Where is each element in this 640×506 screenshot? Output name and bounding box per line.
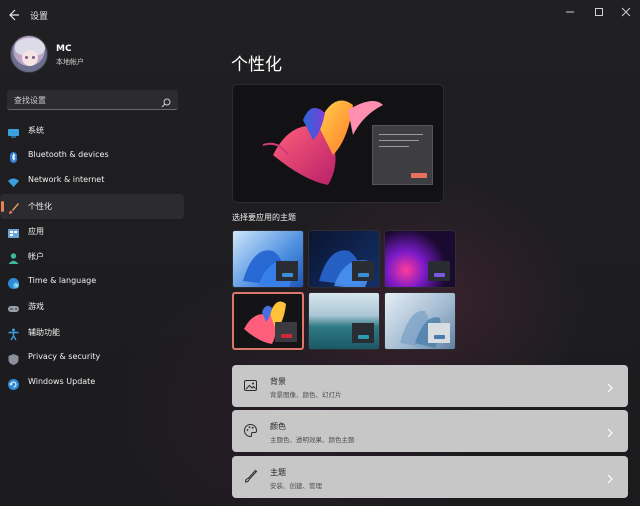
theme-accent-bar	[358, 335, 369, 339]
theme-tile-dark-bloom[interactable]	[308, 230, 380, 288]
brush-icon	[243, 469, 258, 484]
preview-line	[379, 134, 423, 135]
theme-grid	[232, 230, 456, 352]
theme-mini-window	[276, 261, 298, 281]
card-themes[interactable]: 主题 安装、创建、管理	[232, 456, 628, 498]
sidebar-item-label: 系统	[28, 126, 44, 135]
avatar[interactable]	[10, 35, 48, 73]
sidebar-item-label: 个性化	[28, 201, 52, 211]
sidebar-item-label: 应用	[28, 226, 44, 236]
brush-icon	[7, 200, 20, 214]
sidebar-item-time-language[interactable]: Time & language	[0, 269, 184, 294]
bluetooth-icon	[7, 149, 20, 164]
app-title: 设置	[30, 12, 49, 22]
card-subtitle: 主题色、透明效果、颜色主题	[270, 436, 355, 444]
theme-accent-bar	[434, 273, 445, 277]
preview-dialog	[372, 125, 433, 185]
theme-tile-glow[interactable]	[384, 230, 456, 288]
preview-button	[411, 173, 427, 178]
chevron-right-icon	[606, 424, 614, 438]
update-icon	[7, 376, 20, 390]
theme-tile-sunrise[interactable]	[308, 292, 380, 350]
globe-icon	[7, 275, 20, 290]
sidebar-item-label: 辅助功能	[28, 327, 60, 337]
apps-icon	[7, 225, 20, 238]
shield-icon	[7, 351, 20, 365]
theme-mini-window	[428, 261, 450, 281]
sidebar-item-privacy[interactable]: Privacy & security	[0, 345, 184, 370]
sidebar-item-label: Privacy & security	[28, 351, 101, 361]
account-icon	[7, 250, 20, 264]
sidebar-item-gaming[interactable]: 游戏	[0, 294, 184, 319]
card-subtitle: 背景图像、颜色、幻灯片	[270, 391, 342, 399]
card-title: 背景	[270, 377, 286, 386]
sidebar-item-label: Bluetooth & devices	[28, 150, 109, 160]
card-subtitle: 安装、创建、管理	[270, 482, 322, 490]
theme-accent-bar	[358, 273, 369, 277]
title-bar: 设置	[0, 0, 640, 32]
maximize-button[interactable]	[585, 4, 613, 20]
theme-section-label: 选择要应用的主题	[232, 213, 296, 222]
card-background[interactable]: 背景 背景图像、颜色、幻灯片	[232, 365, 628, 407]
network-icon	[7, 174, 20, 188]
chevron-right-icon	[606, 379, 614, 393]
back-arrow-icon[interactable]	[4, 6, 22, 24]
sidebar-item-bluetooth[interactable]: Bluetooth & devices	[0, 143, 184, 168]
preview-line	[379, 140, 419, 141]
sidebar-item-apps[interactable]: 应用	[0, 219, 184, 244]
gamepad-icon	[7, 300, 20, 313]
theme-accent-bar	[282, 273, 293, 277]
sidebar-item-label: 帐户	[28, 251, 44, 261]
sidebar-item-system[interactable]: 系统	[0, 118, 184, 143]
sidebar-item-label: Time & language	[28, 276, 97, 286]
chevron-right-icon	[606, 470, 614, 484]
avatar-eye	[32, 56, 35, 59]
sidebar-nav: 系统 Bluetooth & devices Network & interne…	[0, 118, 186, 395]
preview-line	[379, 146, 409, 147]
theme-accent-bar	[281, 334, 292, 338]
theme-tile-light-bloom[interactable]	[232, 230, 304, 288]
card-title: 颜色	[270, 422, 286, 431]
close-button[interactable]	[612, 4, 640, 20]
sidebar-item-label: Windows Update	[28, 376, 96, 386]
page-title: 个性化	[231, 55, 282, 75]
sidebar-item-accessibility[interactable]: 辅助功能	[0, 320, 184, 345]
theme-mini-window	[428, 323, 450, 343]
image-icon	[243, 378, 258, 393]
settings-window: 设置 MC 本地帐户 查找设置 系统 Bluetooth & devices N…	[0, 0, 640, 506]
account-type: 本地帐户	[56, 58, 84, 66]
sidebar-item-label: Network & internet	[28, 175, 105, 185]
sidebar-item-windows-update[interactable]: Windows Update	[0, 370, 184, 395]
search-input[interactable]: 查找设置	[7, 90, 178, 110]
search-icon[interactable]	[160, 94, 172, 108]
theme-mini-window	[352, 261, 374, 281]
card-colors[interactable]: 颜色 主题色、透明效果、颜色主题	[232, 410, 628, 452]
search-placeholder: 查找设置	[14, 96, 46, 105]
sidebar-item-network[interactable]: Network & internet	[0, 168, 184, 193]
system-icon	[7, 124, 20, 138]
sidebar-item-label: 游戏	[28, 302, 44, 312]
theme-mini-window	[275, 322, 297, 342]
theme-accent-bar	[434, 335, 445, 339]
theme-tile-captured-motion[interactable]	[232, 292, 304, 350]
palette-icon	[243, 423, 258, 438]
card-title: 主题	[270, 468, 286, 477]
minimize-button[interactable]	[556, 4, 584, 20]
sidebar-item-personalization[interactable]: 个性化	[0, 193, 184, 219]
sidebar-item-accounts[interactable]: 帐户	[0, 244, 184, 269]
theme-mini-window	[352, 323, 374, 343]
accessibility-icon	[7, 326, 20, 340]
user-name: MC	[56, 44, 72, 54]
theme-preview	[232, 84, 444, 203]
theme-tile-flow[interactable]	[384, 292, 456, 350]
avatar-eye	[25, 56, 28, 59]
